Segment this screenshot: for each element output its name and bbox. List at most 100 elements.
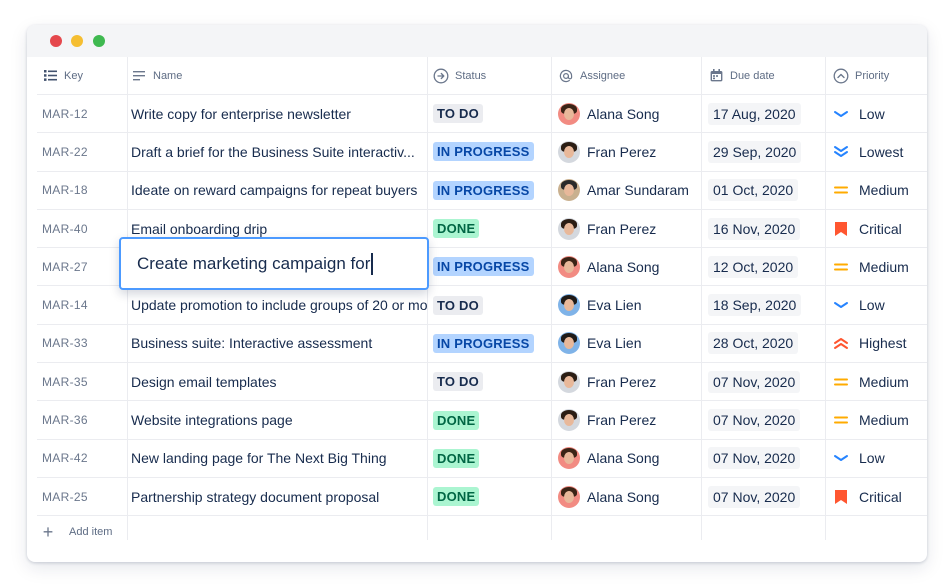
status-cell[interactable]: IN PROGRESS (427, 325, 551, 362)
due-date-cell[interactable]: 29 Sep, 2020 (701, 133, 825, 170)
issue-key-cell[interactable]: MAR-27 (37, 248, 127, 285)
due-date-cell[interactable]: 07 Nov, 2020 (701, 440, 825, 477)
status-cell[interactable]: TO DO (427, 363, 551, 400)
issue-key-cell[interactable]: MAR-36 (37, 401, 127, 438)
assignee-cell[interactable]: Eva Lien (551, 286, 701, 323)
table-row[interactable]: MAR-14 Update promotion to include groups… (37, 286, 927, 325)
table-row[interactable]: MAR-25 Partnership strategy document prop… (37, 478, 927, 517)
due-date[interactable]: 07 Nov, 2020 (708, 370, 801, 393)
table-row[interactable]: MAR-42 New landing page for The Next Big … (37, 440, 927, 478)
priority-cell[interactable]: Highest (825, 325, 927, 362)
assignee-cell[interactable]: Amar Sundaram (551, 172, 701, 209)
status-lozenge[interactable]: TO DO (433, 372, 483, 392)
priority-cell[interactable]: Lowest (825, 133, 927, 170)
issue-name[interactable]: Update promotion to include groups of 20… (131, 297, 427, 313)
issue-name[interactable]: Design email templates (131, 374, 277, 390)
due-date[interactable]: 07 Nov, 2020 (708, 409, 801, 432)
issue-name[interactable]: Draft a brief for the Business Suite int… (131, 144, 415, 160)
column-header-assignee[interactable]: Assignee (551, 57, 701, 94)
column-header-priority[interactable]: Priority (825, 57, 927, 94)
column-header-due-date[interactable]: Due date (701, 57, 825, 94)
table-row[interactable]: MAR-22 Draft a brief for the Business Sui… (37, 133, 927, 172)
due-date[interactable]: 01 Oct, 2020 (708, 179, 799, 202)
due-date[interactable]: 12 Oct, 2020 (708, 255, 799, 278)
issue-name-cell[interactable]: Update promotion to include groups of 20… (127, 286, 427, 323)
issue-name-cell[interactable]: Partnership strategy document proposal (127, 478, 427, 515)
column-header-name[interactable]: Name (127, 57, 427, 94)
issue-name-cell[interactable]: Write copy for enterprise newsletter (127, 95, 427, 132)
assignee-cell[interactable]: Alana Song (551, 440, 701, 477)
inline-name-editor[interactable]: Create marketing campaign for (119, 237, 429, 290)
issue-key-cell[interactable]: MAR-12 (37, 95, 127, 132)
due-date[interactable]: 07 Nov, 2020 (708, 447, 801, 470)
issue-name-cell[interactable]: Business suite: Interactive assessment (127, 325, 427, 362)
issue-key-cell[interactable]: MAR-40 (37, 210, 127, 247)
issue-name[interactable]: Write copy for enterprise newsletter (131, 106, 351, 122)
status-cell[interactable]: IN PROGRESS (427, 133, 551, 170)
due-date[interactable]: 07 Nov, 2020 (708, 485, 801, 508)
minimize-window-button[interactable] (71, 35, 83, 47)
due-date-cell[interactable]: 16 Nov, 2020 (701, 210, 825, 247)
issue-name-cell[interactable]: New landing page for The Next Big Thing (127, 440, 427, 477)
issue-name[interactable]: Business suite: Interactive assessment (131, 335, 372, 351)
priority-cell[interactable]: Critical (825, 478, 927, 515)
status-lozenge[interactable]: IN PROGRESS (433, 180, 534, 200)
issue-key[interactable]: MAR-35 (42, 375, 88, 389)
add-item-button[interactable]: + Add item (37, 517, 113, 547)
assignee-cell[interactable]: Alana Song (551, 478, 701, 515)
assignee-cell[interactable]: Alana Song (551, 248, 701, 285)
due-date[interactable]: 28 Oct, 2020 (708, 332, 799, 355)
priority-cell[interactable]: Medium (825, 363, 927, 400)
due-date-cell[interactable]: 12 Oct, 2020 (701, 248, 825, 285)
issue-key[interactable]: MAR-42 (42, 451, 88, 465)
status-cell[interactable]: DONE (427, 210, 551, 247)
status-lozenge[interactable]: IN PROGRESS (433, 257, 534, 277)
status-lozenge[interactable]: TO DO (433, 295, 483, 315)
status-lozenge[interactable]: DONE (433, 219, 480, 239)
priority-cell[interactable]: Critical (825, 210, 927, 247)
issue-name-cell[interactable]: Draft a brief for the Business Suite int… (127, 133, 427, 170)
status-lozenge[interactable]: DONE (433, 410, 480, 430)
issue-key[interactable]: MAR-40 (42, 222, 88, 236)
assignee-cell[interactable]: Eva Lien (551, 325, 701, 362)
due-date[interactable]: 29 Sep, 2020 (708, 140, 802, 163)
table-row[interactable]: MAR-33 Business suite: Interactive assess… (37, 325, 927, 364)
issue-key[interactable]: MAR-22 (42, 145, 88, 159)
maximize-window-button[interactable] (93, 35, 105, 47)
issue-key-cell[interactable]: MAR-14 (37, 286, 127, 323)
issue-key[interactable]: MAR-25 (42, 490, 88, 504)
status-cell[interactable]: TO DO (427, 286, 551, 323)
priority-cell[interactable]: Low (825, 440, 927, 477)
status-cell[interactable]: DONE (427, 401, 551, 438)
issue-name[interactable]: Email onboarding drip (131, 221, 267, 237)
table-row[interactable]: MAR-36 Website integrations page DONE Fran … (37, 401, 927, 440)
issue-key[interactable]: MAR-18 (42, 183, 88, 197)
assignee-cell[interactable]: Fran Perez (551, 401, 701, 438)
due-date[interactable]: 17 Aug, 2020 (708, 102, 801, 125)
due-date-cell[interactable]: 17 Aug, 2020 (701, 95, 825, 132)
assignee-cell[interactable]: Fran Perez (551, 133, 701, 170)
issue-name[interactable]: Ideate on reward campaigns for repeat bu… (131, 182, 417, 198)
issue-key-cell[interactable]: MAR-35 (37, 363, 127, 400)
issue-key-cell[interactable]: MAR-42 (37, 440, 127, 477)
issue-key-cell[interactable]: MAR-18 (37, 172, 127, 209)
status-lozenge[interactable]: DONE (433, 487, 480, 507)
status-lozenge[interactable]: IN PROGRESS (433, 142, 534, 162)
table-row[interactable]: MAR-35 Design email templates TO DO Fran Pe… (37, 363, 927, 402)
issue-key-cell[interactable]: MAR-33 (37, 325, 127, 362)
due-date[interactable]: 18 Sep, 2020 (708, 294, 802, 317)
table-row[interactable]: MAR-18 Ideate on reward campaigns for rep… (37, 172, 927, 210)
status-cell[interactable]: DONE (427, 478, 551, 515)
priority-cell[interactable]: Medium (825, 172, 927, 209)
assignee-cell[interactable]: Alana Song (551, 95, 701, 132)
column-header-key[interactable]: Key (37, 57, 127, 94)
close-window-button[interactable] (50, 35, 62, 47)
status-lozenge[interactable]: TO DO (433, 104, 483, 124)
assignee-cell[interactable]: Fran Perez (551, 210, 701, 247)
issue-key[interactable]: MAR-36 (42, 413, 88, 427)
issue-name[interactable]: Partnership strategy document proposal (131, 489, 379, 505)
priority-cell[interactable]: Medium (825, 401, 927, 438)
issue-name-cell[interactable]: Ideate on reward campaigns for repeat bu… (127, 172, 427, 209)
table-row[interactable]: MAR-12 Write copy for enterprise newslett… (37, 95, 927, 134)
issue-name[interactable]: New landing page for The Next Big Thing (131, 450, 387, 466)
